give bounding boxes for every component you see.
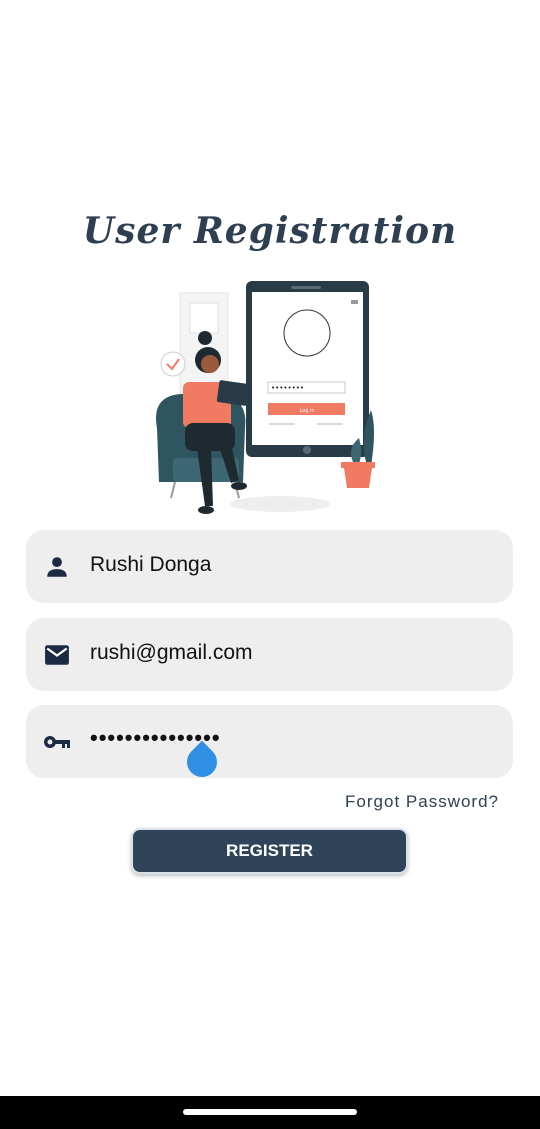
person-icon xyxy=(47,557,67,577)
name-field[interactable]: Rushi Donga xyxy=(26,530,513,603)
system-navigation-bar xyxy=(0,1096,540,1129)
mail-icon xyxy=(45,645,69,665)
illustration-login-button: Log in xyxy=(299,408,314,414)
password-field[interactable]: ••••••••••••••• xyxy=(26,705,513,784)
email-value: rushi@gmail.com xyxy=(90,641,253,664)
page-title: User Registration xyxy=(82,210,458,252)
home-gesture-handle[interactable] xyxy=(183,1109,357,1115)
forgot-password-link[interactable]: Forgot Password? xyxy=(345,792,499,812)
email-field[interactable]: rushi@gmail.com xyxy=(26,618,513,691)
name-value: Rushi Donga xyxy=(90,553,212,576)
illustration-password-mask: •••••••• xyxy=(271,384,304,392)
register-button[interactable]: REGISTER xyxy=(131,828,408,874)
login-illustration: •••••••• Log in xyxy=(156,281,375,514)
key-icon xyxy=(44,736,70,748)
